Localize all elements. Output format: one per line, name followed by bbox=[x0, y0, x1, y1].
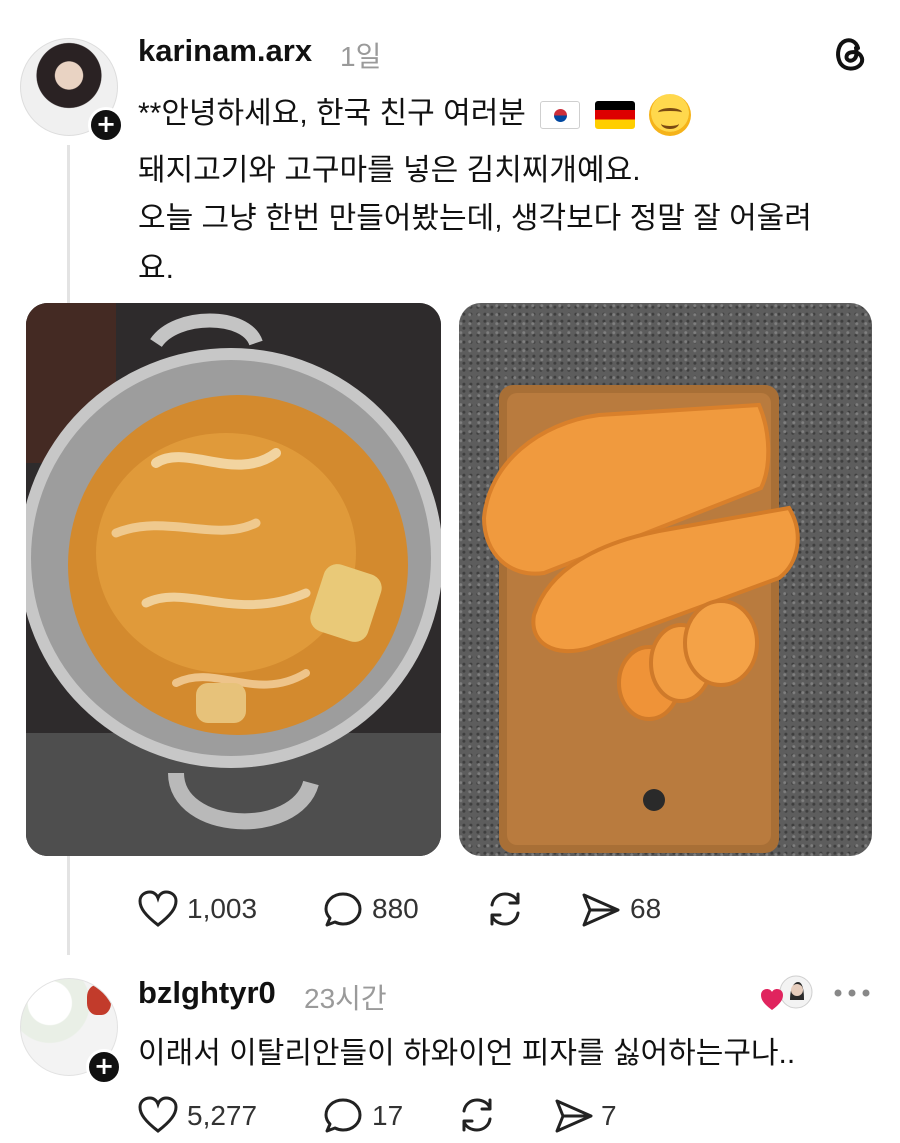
reply-username[interactable]: bzlghtyr0 bbox=[138, 975, 276, 1011]
share-send-icon[interactable] bbox=[580, 890, 622, 930]
kimchi-stew-photo[interactable] bbox=[26, 303, 441, 856]
post-text-line-1: **안녕하세요, 한국 친구 여러분 bbox=[138, 88, 691, 137]
like-heart-icon[interactable] bbox=[137, 889, 179, 929]
south-korea-flag-icon bbox=[540, 101, 581, 130]
reply-repost-icon[interactable] bbox=[456, 1095, 498, 1135]
threads-logo-icon[interactable] bbox=[830, 34, 870, 74]
sweet-potato-illustration bbox=[481, 385, 800, 853]
reply-comment-bubble-icon[interactable] bbox=[322, 1096, 364, 1136]
like-count: 1,003 bbox=[187, 893, 258, 924]
post-text-line-1-text: **안녕하세요, 한국 친구 여러분 bbox=[138, 97, 526, 130]
reply-time: 23시간 bbox=[304, 983, 387, 1014]
post-text-line-4: 요. bbox=[138, 252, 174, 285]
post-text-line-3: 오늘 그냥 한번 만들어봤는데, 생각보다 정말 잘 어울려 bbox=[138, 202, 812, 235]
reply-comment-count: 17 bbox=[372, 1100, 404, 1131]
reply-follow-plus-button[interactable]: + bbox=[86, 1049, 122, 1085]
germany-flag-icon bbox=[594, 101, 635, 130]
stew-pot-illustration bbox=[26, 303, 441, 856]
author-username[interactable]: karinam.arx bbox=[138, 33, 312, 69]
more-options-icon[interactable] bbox=[833, 988, 871, 998]
reply-share-count: 7 bbox=[601, 1100, 617, 1131]
reply-like-count: 5,277 bbox=[187, 1100, 258, 1131]
reply-like-heart-icon[interactable] bbox=[137, 1095, 179, 1135]
sweet-potato-photo[interactable] bbox=[459, 303, 872, 856]
follow-plus-button[interactable]: + bbox=[88, 107, 124, 143]
comment-bubble-icon[interactable] bbox=[322, 890, 364, 930]
share-count: 68 bbox=[630, 893, 662, 924]
author-liked-indicator-icon bbox=[761, 975, 813, 1010]
post-time: 1일 bbox=[340, 41, 382, 72]
reply-text: 이래서 이탈리안들이 하와이언 피자를 싫어하는구나.. bbox=[138, 1037, 796, 1070]
repost-icon[interactable] bbox=[484, 889, 526, 929]
comment-count: 880 bbox=[372, 893, 419, 924]
post-text-line-2: 돼지고기와 고구마를 넣은 김치찌개예요. bbox=[138, 154, 641, 187]
reply-share-send-icon[interactable] bbox=[553, 1096, 595, 1136]
hugging-face-icon bbox=[648, 94, 691, 137]
